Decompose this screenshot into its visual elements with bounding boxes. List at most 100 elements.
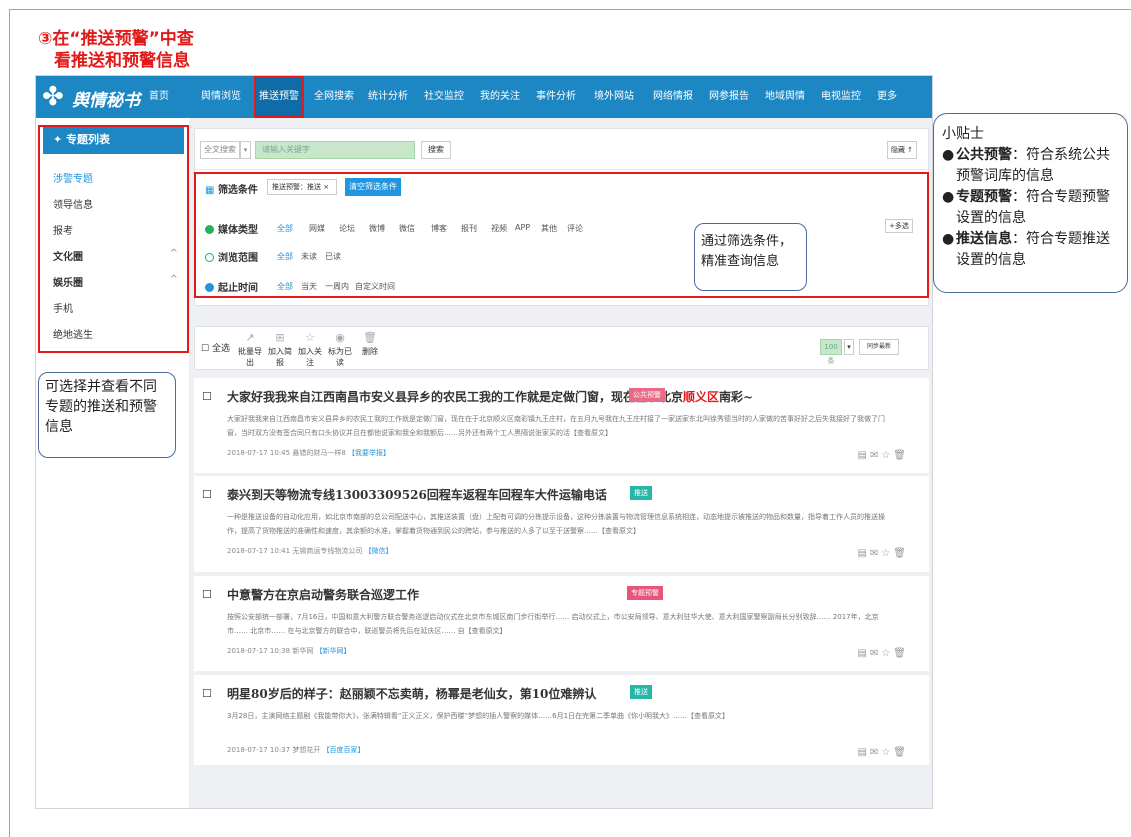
article-source-link[interactable]: 【新华网】 xyxy=(316,647,351,655)
tip-item: ● 推送信息：符合专题推送设置的信息 xyxy=(942,229,1121,271)
copy-icon[interactable]: ▤ xyxy=(857,648,869,659)
nav-item-14[interactable]: 更多 xyxy=(872,76,902,118)
toolbar-action-5[interactable]: 🗑 删除 xyxy=(355,331,385,357)
select-all-label: 全选 xyxy=(211,344,230,354)
nav-item-1[interactable]: 首页 xyxy=(144,76,174,118)
article-action-icons[interactable]: ▤✉☆🗑 xyxy=(857,648,909,659)
toolbar-action-3[interactable]: ☆ 加入关注 xyxy=(295,331,325,368)
article-title[interactable]: 明星80岁后的样子：赵丽颖不忘卖萌，杨幂是老仙女，第10位难辨认 xyxy=(227,685,596,702)
toolbar-action-label: 标为已读 xyxy=(328,347,352,367)
copy-icon[interactable]: ▤ xyxy=(857,548,869,559)
article-title[interactable]: 泰兴到天等物流专线13003309526回程车返程车回程车大件运输电话 xyxy=(227,486,607,503)
article-checkbox[interactable]: ☐ xyxy=(202,390,212,403)
trash-icon[interactable]: 🗑 xyxy=(893,450,909,461)
search-input[interactable]: 请输入关键字 xyxy=(255,141,415,159)
chevron-down-icon[interactable]: ▾ xyxy=(844,339,854,355)
eye-icon: ◉ xyxy=(335,331,345,344)
star-icon[interactable]: ☆ xyxy=(881,648,893,659)
article-card: ☐ 泰兴到天等物流专线13003309526回程车返程车回程车大件运输电话 推送 一种… xyxy=(194,476,929,572)
nav-item-3[interactable]: 推送预警 xyxy=(254,76,304,118)
article-checkbox[interactable]: ☐ xyxy=(202,488,212,501)
logo-text: 舆情秘书 xyxy=(72,91,140,111)
article-summary: 一种是推送设备的自动化应用，如北京市南部的总公司配送中心，其推送装置（盘）上配有… xyxy=(227,513,885,535)
star-icon: ☆ xyxy=(305,331,315,344)
article-title[interactable]: 中意警方在京启动警务联合巡逻工作 xyxy=(227,586,419,603)
article-card: ☐ 大家好我我来自江西南昌市安义县异乡的农民工我的工作就是定做门窗，现在在于北京顺… xyxy=(194,378,929,473)
article-time: 2018-07-17 10:41 xyxy=(227,547,291,555)
trash-icon[interactable]: 🗑 xyxy=(893,548,909,559)
article-source: 新华网 xyxy=(292,647,314,655)
page-size-select[interactable]: 100条 xyxy=(820,339,842,365)
nav-item-4[interactable]: 全网搜索 xyxy=(312,76,356,118)
toolbar-action-2[interactable]: ⊞ 加入简报 xyxy=(265,331,295,368)
toolbar-action-label: 删除 xyxy=(362,347,378,356)
logo-icon: ✤ xyxy=(42,82,64,112)
article-source-link[interactable]: 【我要举报】 xyxy=(348,449,390,457)
article-card: ☐ 明星80岁后的样子：赵丽颖不忘卖萌，杨幂是老仙女，第10位难辨认 推送 3月28日… xyxy=(194,675,929,765)
tips-title: 小贴士 xyxy=(942,126,984,142)
logo[interactable]: ✤ 舆情秘书 xyxy=(42,80,152,114)
filter-highlight-box xyxy=(194,172,929,298)
sync-button[interactable]: 同步最新 xyxy=(859,339,899,355)
nav-item-6[interactable]: 社交监控 xyxy=(422,76,466,118)
star-icon[interactable]: ☆ xyxy=(881,548,893,559)
article-tag: 推送 xyxy=(630,685,652,699)
star-icon[interactable]: ☆ xyxy=(881,450,893,461)
mail-icon[interactable]: ✉ xyxy=(870,747,881,758)
article-action-icons[interactable]: ▤✉☆🗑 xyxy=(857,548,909,559)
select-all-checkbox[interactable]: ☐ 全选 xyxy=(201,341,230,354)
filter-callout: 通过筛选条件， 精准查询信息 xyxy=(694,223,807,291)
article-title-highlight: 顺义区 xyxy=(683,390,720,404)
article-meta: 2018-07-17 10:45 悬错的财马一样8 【我要举报】 xyxy=(227,448,390,458)
top-nav: ✤ 舆情秘书 首页 舆情浏览 推送预警 全网搜索 统计分析 社交监控 我的关注 事件分析 境外网… xyxy=(36,76,932,118)
collapse-button[interactable]: 隐藏 ↑ xyxy=(887,141,917,159)
nav-item-5[interactable]: 统计分析 xyxy=(366,76,410,118)
article-tag: 专题预警 xyxy=(627,586,663,600)
mail-icon[interactable]: ✉ xyxy=(870,548,881,559)
article-card: ☐ 中意警方在京启动警务联合巡逻工作 专题预警按照公安部统一部署，7月16日，中国和… xyxy=(194,576,929,671)
article-checkbox[interactable]: ☐ xyxy=(202,687,212,700)
article-action-icons[interactable]: ▤✉☆🗑 xyxy=(857,747,909,758)
trash-icon[interactable]: 🗑 xyxy=(893,648,909,659)
article-source-link[interactable]: 【百度百家】 xyxy=(323,746,365,754)
article-source: 梦想花开 xyxy=(292,746,321,754)
step-heading-line2: 看推送和预警信息 xyxy=(54,51,190,71)
article-title[interactable]: 大家好我我来自江西南昌市安义县异乡的农民工我的工作就是定做门窗，现在在于北京顺义… xyxy=(227,388,753,405)
article-meta: 2018-07-17 10:38 新华网 【新华网】 xyxy=(227,646,351,656)
copy-icon[interactable]: ▤ xyxy=(857,747,869,758)
article-summary: 按照公安部统一部署，7月16日，中国和意大利警方联合警务巡逻启动仪式在北京市东城… xyxy=(227,613,879,635)
article-checkbox[interactable]: ☐ xyxy=(202,588,212,601)
copy-icon[interactable]: ▤ xyxy=(857,450,869,461)
star-icon[interactable]: ☆ xyxy=(881,747,893,758)
article-time: 2018-07-17 10:38 xyxy=(227,647,291,655)
toolbar-action-1[interactable]: ↗ 批量导出 xyxy=(235,331,265,368)
nav-item-13[interactable]: 电视监控 xyxy=(818,76,864,118)
nav-item-7[interactable]: 我的关注 xyxy=(478,76,522,118)
article-action-icons[interactable]: ▤✉☆🗑 xyxy=(857,450,909,461)
nav-item-11[interactable]: 网参报告 xyxy=(706,76,752,118)
search-scope-select[interactable]: 全文搜索 xyxy=(200,141,240,159)
topic-callout: 可选择并查看不同专题的推送和预警信息 xyxy=(38,372,176,458)
toolbar-action-label: 加入关注 xyxy=(298,347,322,367)
nav-item-8[interactable]: 事件分析 xyxy=(534,76,578,118)
article-source-link[interactable]: 【微信】 xyxy=(365,547,393,555)
nav-item-9[interactable]: 境外网站 xyxy=(592,76,636,118)
search-button[interactable]: 搜索 xyxy=(421,141,451,159)
mail-icon[interactable]: ✉ xyxy=(870,450,881,461)
toolbar-action-label: 加入简报 xyxy=(268,347,292,367)
trash-icon[interactable]: 🗑 xyxy=(893,747,909,758)
tip-item: ● 专题预警：符合专题预警设置的信息 xyxy=(942,187,1121,229)
bullet-icon: ● xyxy=(942,231,955,247)
nav-item-12[interactable]: 地域舆情 xyxy=(762,76,808,118)
divider xyxy=(195,169,930,170)
nav-item-2[interactable]: 舆情浏览 xyxy=(198,76,244,118)
article-title-tail: 南彩~ xyxy=(719,390,754,404)
article-title-text: 中意警方在京启动警务联合巡逻工作 xyxy=(227,588,420,602)
tip-term: 推送信息 xyxy=(956,231,1012,247)
toolbar-action-4[interactable]: ◉ 标为已读 xyxy=(325,331,355,368)
nav-item-10[interactable]: 网络情报 xyxy=(650,76,696,118)
article-meta: 2018-07-17 10:37 梦想花开 【百度百家】 xyxy=(227,745,365,755)
chevron-down-icon[interactable]: ▾ xyxy=(240,141,251,159)
mail-icon[interactable]: ✉ xyxy=(870,648,881,659)
article-time: 2018-07-17 10:37 xyxy=(227,746,291,754)
